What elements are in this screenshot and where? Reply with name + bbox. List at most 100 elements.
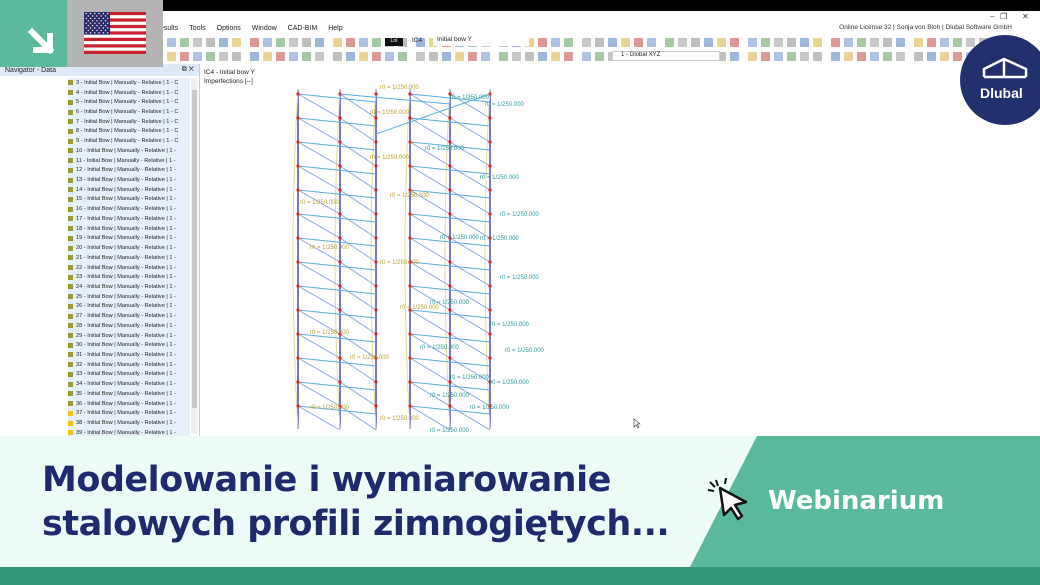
language-badge[interactable] [67,0,163,67]
toolbar-button-icon[interactable] [761,37,770,47]
loadcase-select[interactable]: Initial bow Y [433,36,529,46]
toolbar-button-icon[interactable] [398,51,407,61]
toolbar-button-icon[interactable] [564,37,573,47]
toolbar-button-icon[interactable] [717,37,726,47]
toolbar-button-icon[interactable] [831,37,840,47]
navigator-item[interactable]: 14 - Initial Bow | Manually - Relative |… [68,184,190,195]
toolbar-button-icon[interactable] [595,37,604,47]
toolbar-button-icon[interactable] [800,37,809,47]
toolbar-button-icon[interactable] [551,37,560,47]
toolbar-button-icon[interactable] [512,51,521,61]
navigator-item[interactable]: 24 - Initial Bow | Manually - Relative |… [68,282,190,292]
navigator-item[interactable]: 36 - Initial Bow | Manually - Relative |… [68,398,190,409]
navigator-item[interactable]: 32 - Initial Bow | Manually - Relative |… [68,359,190,370]
toolbar-button-icon[interactable] [870,37,879,47]
toolbar-button-icon[interactable] [250,51,259,61]
navigator-item[interactable]: 5 - Initial Bow | Manually - Relative | … [68,97,190,108]
navigator-item[interactable]: 27 - Initial Bow | Manually - Relative |… [68,311,190,321]
toolbar-button-icon[interactable] [953,37,962,47]
toolbar-button-icon[interactable] [359,37,368,47]
toolbar-button-icon[interactable] [914,37,923,47]
restore-icon[interactable]: ❐ [1000,12,1007,21]
toolbar-button-icon[interactable] [346,37,355,47]
minimize-icon[interactable]: – [990,12,994,21]
navigator-item[interactable]: 3 - Initial Bow | Manually - Relative | … [68,78,190,88]
menu-window[interactable]: Window [252,25,277,32]
toolbar-button-icon[interactable] [551,51,560,61]
toolbar-button-icon[interactable] [940,51,949,61]
toolbar-button-icon[interactable] [774,37,783,47]
toolbar-button-icon[interactable] [595,51,604,61]
toolbar-button-icon[interactable] [966,37,975,47]
toolbar-button-icon[interactable] [416,51,425,61]
navigator-item[interactable]: 23 - Initial Bow | Manually - Relative |… [68,272,190,283]
navigator-item[interactable]: 33 - Initial Bow | Manually - Relative |… [68,369,190,380]
toolbar-button-icon[interactable] [219,51,228,61]
navigator-item[interactable]: 26 - Initial Bow | Manually - Relative |… [68,301,190,312]
toolbar-button-icon[interactable] [359,51,368,61]
toolbar-button-icon[interactable] [883,37,892,47]
toolbar-button-icon[interactable] [232,51,241,61]
navigator-item[interactable]: 25 - Initial Bow | Manually - Relative |… [68,291,190,302]
navigator-item[interactable]: 9 - Initial Bow | Manually - Relative | … [68,136,190,147]
toolbar-button-icon[interactable] [787,37,796,47]
navigator-item[interactable]: 10 - Initial Bow | Manually - Relative |… [68,146,190,156]
toolbar-button-icon[interactable] [704,37,713,47]
toolbar-button-icon[interactable] [372,51,381,61]
toolbar-button-icon[interactable] [678,37,687,47]
toolbar-button-icon[interactable] [831,51,840,61]
toolbar-button-icon[interactable] [302,51,311,61]
toolbar-button-icon[interactable] [813,51,822,61]
navigator-item[interactable]: 21 - Initial Bow | Manually - Relative |… [68,252,190,263]
navigator-item[interactable]: 30 - Initial Bow | Manually - Relative |… [68,340,190,351]
toolbar-button-icon[interactable] [844,51,853,61]
toolbar-button-icon[interactable] [372,37,381,47]
toolbar-button-icon[interactable] [538,51,547,61]
menu-help[interactable]: Help [328,25,342,32]
navigator-item[interactable]: 7 - Initial Bow | Manually - Relative | … [68,116,190,127]
navigator-item[interactable]: 11 - Initial Bow | Manually - Relative |… [68,155,190,166]
toolbar-button-icon[interactable] [774,51,783,61]
toolbar-button-icon[interactable] [538,37,547,47]
navigator-item[interactable]: 34 - Initial Bow | Manually - Relative |… [68,379,190,389]
toolbar-button-icon[interactable] [289,37,298,47]
toolbar-button-icon[interactable] [193,51,202,61]
navigator-item[interactable]: 20 - Initial Bow | Manually - Relative |… [68,243,190,253]
navigator-close-icon[interactable]: ⧉ ✕ [182,66,194,74]
toolbar-button-icon[interactable] [481,51,490,61]
toolbar-button-icon[interactable] [525,51,534,61]
toolbar-button-icon[interactable] [455,51,464,61]
toolbar-button-icon[interactable] [315,51,324,61]
toolbar-button-icon[interactable] [748,51,757,61]
toolbar-button-icon[interactable] [800,51,809,61]
menu-tools[interactable]: Tools [189,25,205,32]
navigator-item[interactable]: 6 - Initial Bow | Manually - Relative | … [68,107,190,117]
toolbar-button-icon[interactable] [730,51,739,61]
toolbar-button-icon[interactable] [346,51,355,61]
toolbar-button-icon[interactable] [813,37,822,47]
toolbar-button-icon[interactable] [691,37,700,47]
toolbar-button-icon[interactable] [468,51,477,61]
toolbar-button-icon[interactable] [180,51,189,61]
toolbar-button-icon[interactable] [914,51,923,61]
toolbar-button-icon[interactable] [927,51,936,61]
toolbar-button-icon[interactable] [276,37,285,47]
toolbar-button-icon[interactable] [263,37,272,47]
toolbar-button-icon[interactable] [730,37,739,47]
navigator-item[interactable]: 35 - Initial Bow | Manually - Relative |… [68,389,190,399]
navigator-item[interactable]: 28 - Initial Bow | Manually - Relative |… [68,320,190,331]
toolbar-button-icon[interactable] [582,37,591,47]
toolbar-button-icon[interactable] [857,51,866,61]
toolbar-button-icon[interactable] [429,51,438,61]
toolbar-button-icon[interactable] [289,51,298,61]
toolbar-button-icon[interactable] [302,37,311,47]
navigator-item[interactable]: 31 - Initial Bow | Manually - Relative |… [68,350,190,360]
toolbar-button-icon[interactable] [634,37,643,47]
toolbar-button-icon[interactable] [206,51,215,61]
navigator-item[interactable]: 17 - Initial Bow | Manually - Relative |… [68,214,190,224]
navigator-item[interactable]: 38 - Initial Bow | Manually - Relative |… [68,418,190,428]
navigator-item[interactable]: 13 - Initial Bow | Manually - Relative |… [68,175,190,185]
toolbar-button-icon[interactable] [315,37,324,47]
toolbar-button-icon[interactable] [665,37,674,47]
toolbar-button-icon[interactable] [263,51,272,61]
